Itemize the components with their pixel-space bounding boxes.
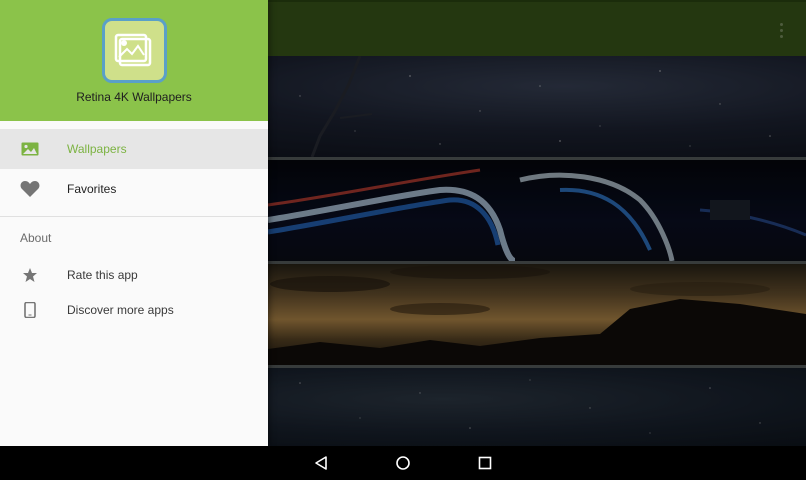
drawer-item-label: Discover more apps — [67, 303, 174, 317]
app-logo-icon — [102, 18, 167, 83]
section-title-about: About — [20, 231, 52, 245]
drawer-item-rate-app[interactable]: Rate this app — [0, 255, 268, 295]
navigation-drawer: Retina 4K Wallpapers Wallpapers Favorite… — [0, 0, 268, 446]
drawer-item-label: Favorites — [67, 182, 117, 196]
drawer-item-label: Wallpapers — [67, 142, 127, 156]
heart-icon — [20, 179, 40, 199]
drawer-divider — [0, 216, 268, 217]
system-nav-bar — [0, 446, 806, 480]
drawer-header: Retina 4K Wallpapers — [0, 0, 268, 121]
drawer-item-label: Rate this app — [67, 268, 138, 282]
drawer-item-favorites[interactable]: Favorites — [0, 169, 268, 209]
drawer-item-wallpapers[interactable]: Wallpapers — [0, 129, 268, 169]
recents-square-icon[interactable] — [476, 454, 494, 472]
app-title: Retina 4K Wallpapers — [76, 90, 192, 104]
home-circle-icon[interactable] — [394, 454, 412, 472]
star-icon — [20, 265, 40, 285]
back-triangle-icon[interactable] — [312, 454, 330, 472]
image-icon — [20, 139, 40, 159]
drawer-item-discover-apps[interactable]: Discover more apps — [0, 290, 268, 330]
phone-icon — [20, 300, 40, 320]
